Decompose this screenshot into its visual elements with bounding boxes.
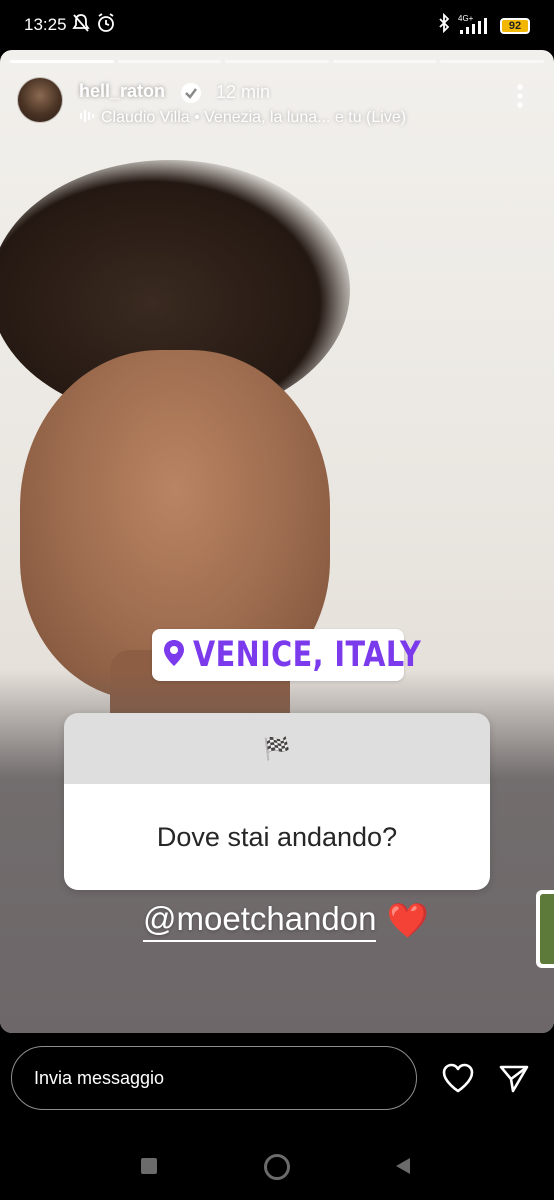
progress-segment: [332, 60, 437, 63]
message-input[interactable]: Invia messaggio: [11, 1046, 417, 1110]
mention-username[interactable]: @moetchandon: [143, 900, 377, 942]
alarm-icon: [96, 13, 116, 38]
location-pin-icon: [163, 639, 185, 672]
progress-segment: [117, 60, 222, 63]
more-options-icon[interactable]: [510, 82, 530, 115]
status-right: 4G+ 92: [438, 12, 530, 38]
battery-icon: 92: [500, 17, 530, 34]
music-info[interactable]: Claudio Villa • Venezia, la luna... e tu…: [79, 108, 406, 127]
status-left-icons: [72, 13, 116, 38]
mention-sticker[interactable]: @moetchandon ❤️: [143, 900, 429, 942]
next-story-preview: [540, 894, 554, 964]
back-button[interactable]: [394, 1156, 412, 1181]
mute-icon: [72, 13, 90, 38]
signal-icon: 4G+: [458, 13, 492, 35]
story-view[interactable]: hell_raton 12 min Claudio Villa • Venezi…: [0, 50, 554, 1033]
progress-segment: [10, 60, 114, 63]
story-progress-bar: [10, 60, 544, 63]
message-placeholder: Invia messaggio: [34, 1067, 165, 1088]
home-button[interactable]: [264, 1154, 290, 1180]
checkered-flag-icon: 🏁: [263, 735, 291, 761]
music-bars-icon: [79, 108, 95, 127]
system-nav-bar: [0, 1140, 554, 1200]
heart-emoji: ❤️: [386, 902, 429, 940]
bluetooth-icon: [438, 12, 450, 38]
verified-badge-icon: [180, 82, 202, 109]
music-title: Claudio Villa • Venezia, la luna... e tu…: [101, 108, 407, 126]
location-label: VENICE, ITALY: [193, 635, 422, 675]
progress-segment: [225, 60, 329, 63]
next-story-thumbnail[interactable]: [536, 890, 554, 968]
location-sticker[interactable]: VENICE, ITALY: [152, 629, 422, 681]
question-sticker-header: 🏁: [64, 713, 490, 784]
status-time: 13:25: [24, 15, 67, 34]
recents-button[interactable]: [141, 1158, 157, 1174]
network-label: 4G+: [458, 13, 474, 23]
avatar[interactable]: [17, 77, 63, 123]
question-text: Dove stai andando?: [64, 784, 490, 890]
screen: 13:25 4G+ 92 hell_raton 12 min Claudio V…: [0, 0, 554, 1200]
status-bar: 13:25 4G+ 92: [0, 0, 554, 50]
question-sticker[interactable]: 🏁 Dove stai andando?: [64, 713, 490, 890]
story-time-ago: 12 min: [216, 82, 271, 102]
like-heart-icon[interactable]: [441, 1062, 475, 1099]
progress-segment: [440, 60, 544, 63]
send-icon[interactable]: [498, 1062, 530, 1099]
story-username[interactable]: hell_raton: [79, 81, 165, 102]
